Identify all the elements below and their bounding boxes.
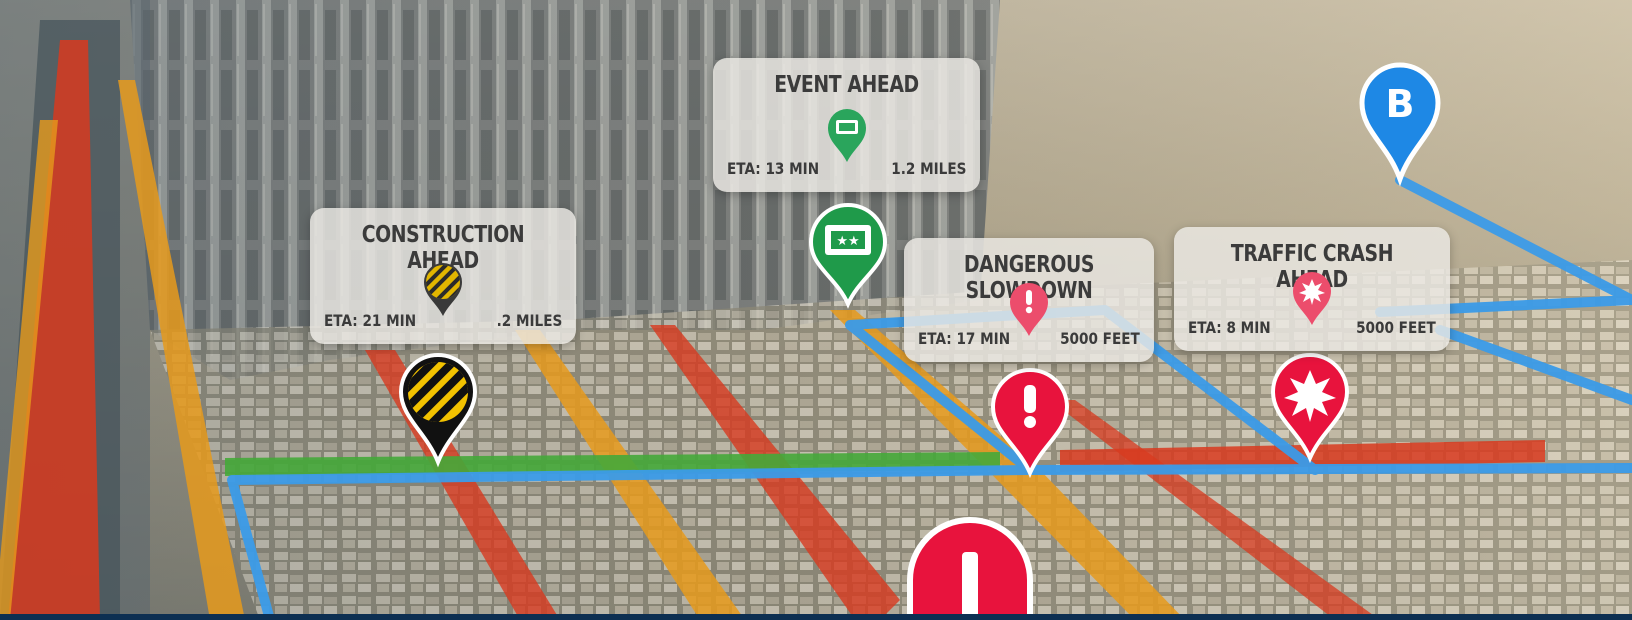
bottom-edge-strip <box>0 614 1632 620</box>
svg-text:★★: ★★ <box>836 234 859 249</box>
alert-card-slowdown[interactable]: DANGEROUS SLOWDOWN ETA: 17 MIN 5000 FEET <box>904 238 1154 362</box>
alert-distance: 5000 FEET <box>1356 318 1436 337</box>
alert-card-event[interactable]: EVENT AHEAD ETA: 13 MIN 1.2 MILES <box>713 58 980 192</box>
exclamation-icon <box>1024 385 1036 428</box>
alert-title: EVENT AHEAD <box>774 72 919 98</box>
ticket-icon <box>827 109 866 162</box>
crash-burst-icon <box>1293 272 1331 325</box>
alert-eta: ETA: 17 MIN <box>918 329 1011 348</box>
alert-eta: ETA: 8 MIN <box>1188 318 1271 337</box>
alert-distance: 1.2 MILES <box>890 159 966 178</box>
alert-distance: 5000 FEET <box>1060 329 1140 348</box>
ticket-icon: ★★ <box>825 225 871 255</box>
destination-label: B <box>1386 82 1415 126</box>
hazard-stripes-icon <box>424 263 462 316</box>
alert-pin-partial[interactable] <box>907 516 1033 620</box>
alert-eta: ETA: 21 MIN <box>324 311 417 330</box>
exclamation-icon <box>962 552 978 620</box>
alert-card-crash[interactable]: TRAFFIC CRASH AHEAD ETA: 8 MIN 5000 FEET <box>1174 227 1450 351</box>
alert-eta: ETA: 13 MIN <box>727 159 820 178</box>
alert-distance: .2 MILES <box>496 311 562 330</box>
exclamation-icon <box>1010 283 1048 336</box>
alert-card-construction[interactable]: CONSTRUCTION AHEAD ETA: 21 MIN .2 MILES <box>310 208 576 344</box>
